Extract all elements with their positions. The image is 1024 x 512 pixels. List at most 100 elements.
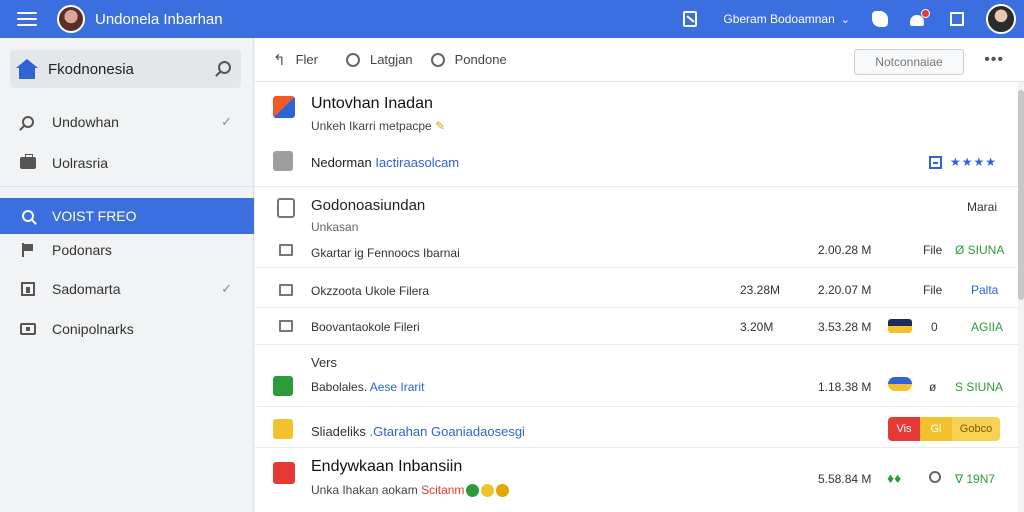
like-icon[interactable]: ♦♦	[887, 470, 901, 486]
babolales-row[interactable]: Babolales. Aese Irarit	[311, 380, 424, 394]
card-subtitle-text: Unkeh Ikarri metpacpe	[311, 119, 432, 133]
sidebar-item-label: Uolrasria	[52, 155, 109, 171]
toggle-icon[interactable]	[888, 319, 912, 333]
play-icon[interactable]	[273, 376, 293, 396]
row-link[interactable]: .Gtarahan Goaniadaosesgi	[370, 424, 525, 439]
search-icon	[22, 116, 34, 128]
divider	[255, 406, 1018, 407]
chevron-down-icon[interactable]: ⌄	[841, 13, 850, 26]
card-title[interactable]: Endywkaan Inbansiin	[311, 458, 462, 476]
checkbox-icon[interactable]	[929, 156, 942, 169]
pill-gold[interactable]: Gobco	[952, 417, 1000, 441]
more-icon[interactable]: •••	[984, 51, 1004, 69]
home-icon	[16, 59, 38, 79]
option-latgjan[interactable]: Latgjan	[345, 52, 413, 67]
sidebar-item-conipolnarks[interactable]: Conipolnarks	[0, 311, 254, 347]
file-date: 2.20.07 M	[818, 283, 872, 297]
sidebar-item-label: VOIST FREO	[52, 208, 137, 224]
divider	[255, 186, 1018, 187]
file-size: 3.20M	[740, 320, 774, 334]
radio-icon[interactable]	[430, 52, 445, 67]
section-right-label: Marai	[967, 200, 998, 214]
notification-icon[interactable]	[910, 9, 930, 27]
radio-icon[interactable]	[345, 52, 360, 67]
file-size: 23.28M	[740, 283, 781, 297]
file-icon	[279, 284, 293, 296]
sidebar-item-label: Conipolnarks	[52, 321, 134, 337]
row-name: Sliadeliks	[311, 424, 366, 439]
filter-button[interactable]: Fler	[296, 52, 318, 67]
search-icon	[22, 210, 34, 222]
document-icon	[277, 198, 295, 218]
app-title: Undonela Inbarhan	[95, 10, 223, 28]
file-icon	[279, 244, 293, 256]
tag-icon	[273, 419, 293, 439]
profile-avatar[interactable]	[986, 4, 1016, 34]
pill-red[interactable]: Vis	[888, 417, 920, 441]
card-badge: Scitanm	[421, 483, 465, 497]
card-title[interactable]: Untovhan Inadan	[311, 95, 433, 113]
divider	[255, 344, 1018, 345]
check-icon: ✓	[221, 281, 232, 296]
coin-icon	[481, 484, 495, 498]
radio-icon[interactable]	[929, 471, 941, 483]
folder-icon	[20, 323, 36, 335]
status-pill-group[interactable]: Vis Gl Gobco	[888, 417, 1000, 441]
divider	[255, 307, 1018, 308]
file-status: AGIIA	[971, 320, 1004, 334]
row-link[interactable]: Iactiraasolcam	[375, 155, 459, 170]
file-status: Ø SIUNA	[955, 243, 1005, 257]
sliadeliks-row[interactable]: Sliadeliks .Gtarahan Goaniadaosesgi	[311, 424, 525, 439]
divider	[255, 447, 1018, 448]
sidebar-item-voist-freo[interactable]: VOIST FREO	[0, 198, 254, 234]
sidebar-search-box[interactable]: Fkodnonesia	[10, 50, 241, 88]
row-date: 1.18.38 M	[818, 380, 872, 394]
option-label: Pondone	[454, 52, 507, 67]
card-status: ∇ 19N7	[955, 472, 996, 486]
file-name[interactable]: Okzzoota Ukole Filera	[311, 284, 429, 298]
folder-icon	[273, 151, 293, 171]
card-subtitle: Unka Ihakan aokam Scitanm	[311, 483, 510, 498]
row-link[interactable]: Aese Irarit	[370, 380, 425, 394]
search-icon[interactable]	[218, 61, 231, 74]
file-type: 0	[931, 320, 938, 334]
rating-stars[interactable]: ★★★★	[950, 155, 997, 169]
action-button[interactable]: Notconnaiae	[854, 49, 964, 75]
avatar[interactable]	[57, 5, 85, 33]
sidebar-item-label: Undowhan	[52, 114, 119, 130]
file-name[interactable]: Boovantaokole Fileri	[311, 320, 420, 334]
sidebar-item-undowhan[interactable]: Undowhan ✓	[0, 104, 254, 140]
file-date: 2.00.28 M	[818, 243, 872, 257]
main-content: ↰ Fler Latgjan Pondone Notconnaiae ••• U…	[255, 38, 1024, 512]
sidebar-item-podonars[interactable]: Podonars	[0, 232, 254, 268]
toggle-icon[interactable]	[888, 377, 912, 391]
sidebar-item-uolrasria[interactable]: Uolrasria	[0, 145, 254, 181]
file-icon	[279, 320, 293, 332]
pencil-icon: ✎	[435, 119, 446, 133]
file-name[interactable]: Gkartar ig Fennoocs Ibarnai	[311, 246, 460, 260]
row-name: Nedorman	[311, 155, 372, 170]
vers-label: Vers	[311, 355, 338, 370]
sidebar-divider	[0, 186, 254, 187]
window-icon[interactable]	[950, 12, 964, 26]
back-icon[interactable]: ↰	[273, 51, 286, 69]
sidebar-item-sadomarta[interactable]: Sadomarta ✓	[0, 271, 254, 307]
menu-icon[interactable]	[17, 12, 37, 26]
chart-icon	[21, 282, 35, 296]
app-icon	[273, 96, 295, 118]
pill-yellow[interactable]: Gl	[920, 417, 952, 441]
document-icon[interactable]	[683, 11, 698, 27]
option-pondone[interactable]: Pondone	[430, 52, 507, 67]
flag-icon	[22, 243, 34, 257]
file-type: File	[923, 243, 943, 257]
account-name[interactable]: Gberam Bodoamnan	[723, 12, 834, 26]
toolbar: ↰ Fler Latgjan Pondone Notconnaiae •••	[255, 38, 1024, 82]
medoman-row[interactable]: Nedorman Iactiraasolcam	[311, 155, 459, 170]
row-type: ø	[929, 380, 937, 394]
scrollbar-thumb[interactable]	[1018, 90, 1024, 300]
check-icon: ✓	[221, 114, 232, 129]
file-type: File	[923, 283, 943, 297]
sidebar-item-label: Podonars	[52, 242, 112, 258]
puzzle-icon[interactable]	[872, 11, 888, 27]
sidebar: Fkodnonesia Undowhan ✓ Uolrasria VOIST F…	[0, 38, 254, 512]
